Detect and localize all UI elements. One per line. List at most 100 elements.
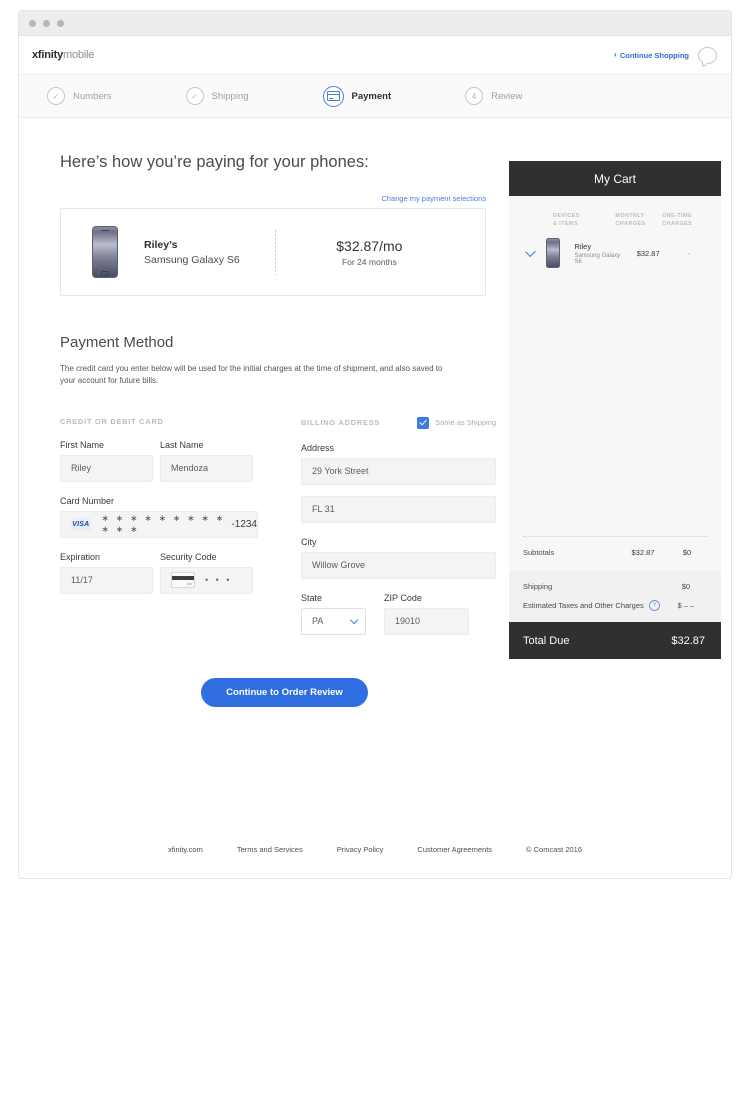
expiry-cvv-row: Expiration 11/17 Security Code • • • — [60, 552, 258, 594]
city-input[interactable]: Willow Grove — [301, 551, 496, 579]
cart-col-onetime-line2: CHARGES — [662, 221, 693, 228]
cart-item-model: Samsung Galaxy S6 — [574, 252, 621, 265]
security-code-value: • • • — [205, 575, 232, 586]
expiration-input[interactable]: 11/17 — [60, 566, 153, 594]
subtotals-monthly: $32.87 — [631, 548, 655, 557]
billing-section-label: BILLING ADDRESS — [301, 418, 380, 428]
window-maximize-dot[interactable] — [57, 19, 64, 27]
cart-item-onetime: - — [687, 248, 690, 258]
cart-col-devices-line2: & ITEMS — [553, 221, 578, 228]
state-zip-row: State PANYNJDEMD ZIP Code 19010 — [301, 593, 496, 635]
card-number-group: Card Number VISA ∗ ∗ ∗ ∗ ∗ ∗ ∗ ∗ ∗ ∗ ∗ ∗… — [60, 496, 258, 538]
step-payment[interactable]: Payment — [322, 85, 391, 107]
zip-input[interactable]: 19010 — [384, 607, 469, 635]
site-header: xfinity mobile ‹ Continue Shopping — [19, 36, 731, 75]
state-label: State — [301, 592, 323, 603]
card-number-label: Card Number — [60, 495, 115, 506]
phone-monthly-price: $32.87/mo — [336, 237, 403, 254]
checkout-stepper: ✓ Numbers ✓ Shipping Payment 4 Review — [19, 75, 731, 118]
same-as-shipping-label: Same as Shipping — [435, 418, 496, 428]
card-number-last4: -1234 — [231, 518, 257, 530]
window-titlebar — [19, 11, 731, 36]
cart-subtotals-row: Subtotals $32.87 $0 — [509, 548, 721, 557]
site-footer: xfinity.com Terms and Services Privacy P… — [19, 845, 731, 854]
city-label: City — [301, 536, 317, 547]
footer-link-terms[interactable]: Terms and Services — [237, 845, 303, 854]
card-number-masked: ∗ ∗ ∗ ∗ ∗ ∗ ∗ ∗ ∗ ∗ ∗ ∗ — [101, 513, 226, 535]
cart-col-onetime-line1: ONE-TIME — [662, 213, 693, 219]
name-row: First Name Riley Last Name Mendoza — [60, 440, 258, 482]
last-name-group: Last Name Mendoza — [160, 440, 253, 482]
screenshot-root: xfinity mobile ‹ Continue Shopping ✓ Num… — [0, 0, 750, 1113]
shipping-value: $0 — [681, 582, 691, 591]
phone-identity: Riley’s Samsung Galaxy S6 — [144, 239, 240, 266]
header-actions: ‹ Continue Shopping — [614, 46, 717, 64]
cart-item-row[interactable]: Riley Samsung Galaxy S6 $32.87 - — [509, 228, 721, 269]
payment-method-intro: The credit card you enter below will be … — [60, 363, 460, 388]
footer-copyright: © Comcast 2016 — [526, 845, 582, 854]
continue-shopping-link[interactable]: ‹ Continue Shopping — [614, 51, 689, 60]
cart-col-devices: DEVICES & ITEMS — [553, 212, 615, 228]
first-name-input[interactable]: Riley — [60, 454, 153, 482]
city-group: City Willow Grove — [301, 537, 496, 579]
billing-address-column: BILLING ADDRESS Same as Shipping Address… — [301, 416, 496, 635]
first-name-group: First Name Riley — [60, 440, 153, 482]
last-name-input[interactable]: Mendoza — [160, 454, 253, 482]
phone-model: Samsung Galaxy S6 — [144, 253, 240, 266]
chevron-down-icon[interactable] — [525, 246, 537, 258]
shipping-label: Shipping — [523, 582, 553, 591]
window-minimize-dot[interactable] — [43, 19, 50, 27]
logo-mobile-text: mobile — [63, 49, 95, 61]
change-payment-selections-link[interactable]: Change my payment selections — [60, 194, 486, 203]
window-close-dot[interactable] — [29, 19, 36, 27]
cart-item-thumbnail — [546, 238, 561, 269]
state-select[interactable]: PANYNJDEMD — [301, 607, 366, 635]
security-code-label: Security Code — [160, 551, 217, 562]
cart-col-monthly-line2: CHARGES — [615, 221, 646, 228]
taxes-label-wrap: Estimated Taxes and Other Charges ? — [523, 600, 663, 611]
cart-title: My Cart — [509, 161, 721, 196]
credit-card-column: CREDIT OR DEBIT CARD First Name Riley La… — [60, 417, 258, 635]
xfinity-mobile-logo[interactable]: xfinity mobile — [32, 49, 94, 61]
billing-header: BILLING ADDRESS Same as Shipping — [301, 416, 496, 429]
security-code-input[interactable]: • • • — [160, 566, 253, 594]
check-icon: ✓ — [47, 87, 65, 105]
info-icon[interactable]: ? — [648, 600, 660, 611]
address-line2-input[interactable]: FL 31 — [301, 495, 496, 523]
expiration-label: Expiration — [60, 551, 101, 562]
footer-link-privacy[interactable]: Privacy Policy — [337, 845, 384, 854]
payment-method-heading: Payment Method — [60, 334, 174, 351]
address-group: Address 29 York Street FL 31 — [301, 443, 496, 523]
footer-link-agreements[interactable]: Customer Agreements — [417, 845, 492, 854]
cart-sidebar: My Cart DEVICES & ITEMS MONTHLY CHARGES … — [509, 161, 721, 659]
step-shipping-label: Shipping — [211, 90, 249, 102]
same-as-shipping-toggle[interactable]: Same as Shipping — [417, 416, 496, 429]
footer-link-xfinity[interactable]: xfinity.com — [168, 845, 203, 854]
step-review-label: Review — [491, 90, 523, 102]
page-content: Here’s how you’re paying for your phones… — [19, 118, 731, 707]
card-back-icon — [171, 572, 195, 589]
step-review[interactable]: 4 Review — [465, 87, 522, 105]
continue-to-order-review-button[interactable]: Continue to Order Review — [201, 677, 368, 707]
phone-term: For 24 months — [341, 256, 397, 267]
card-number-input[interactable]: VISA ∗ ∗ ∗ ∗ ∗ ∗ ∗ ∗ ∗ ∗ ∗ ∗ -1234 — [60, 510, 258, 538]
zip-group: ZIP Code 19010 — [384, 593, 469, 635]
check-icon: ✓ — [185, 87, 204, 105]
same-as-shipping-checkbox[interactable] — [417, 416, 430, 429]
taxes-row: Estimated Taxes and Other Charges ? $ – … — [523, 600, 709, 611]
state-select-wrapper: PANYNJDEMD — [301, 607, 366, 635]
phone-image — [92, 226, 118, 278]
step-numbers[interactable]: ✓ Numbers — [47, 87, 112, 105]
security-code-group: Security Code • • • — [160, 552, 253, 594]
cart-body: DEVICES & ITEMS MONTHLY CHARGES ONE-TIME… — [509, 196, 721, 571]
chat-bubble-icon[interactable] — [698, 46, 717, 64]
total-due-row: Total Due $32.87 — [509, 622, 721, 659]
subtotals-label: Subtotals — [523, 548, 555, 557]
subtotals-onetime: $0 — [682, 548, 692, 557]
address-line1-input[interactable]: 29 York Street — [301, 457, 496, 485]
cart-totals-block: Shipping $0 Estimated Taxes and Other Ch… — [509, 571, 721, 622]
step-shipping[interactable]: ✓ Shipping — [185, 87, 249, 105]
credit-card-icon — [322, 85, 344, 107]
total-due-value: $32.87 — [671, 634, 705, 647]
phone-price-block: $32.87/mo For 24 months — [276, 238, 463, 267]
